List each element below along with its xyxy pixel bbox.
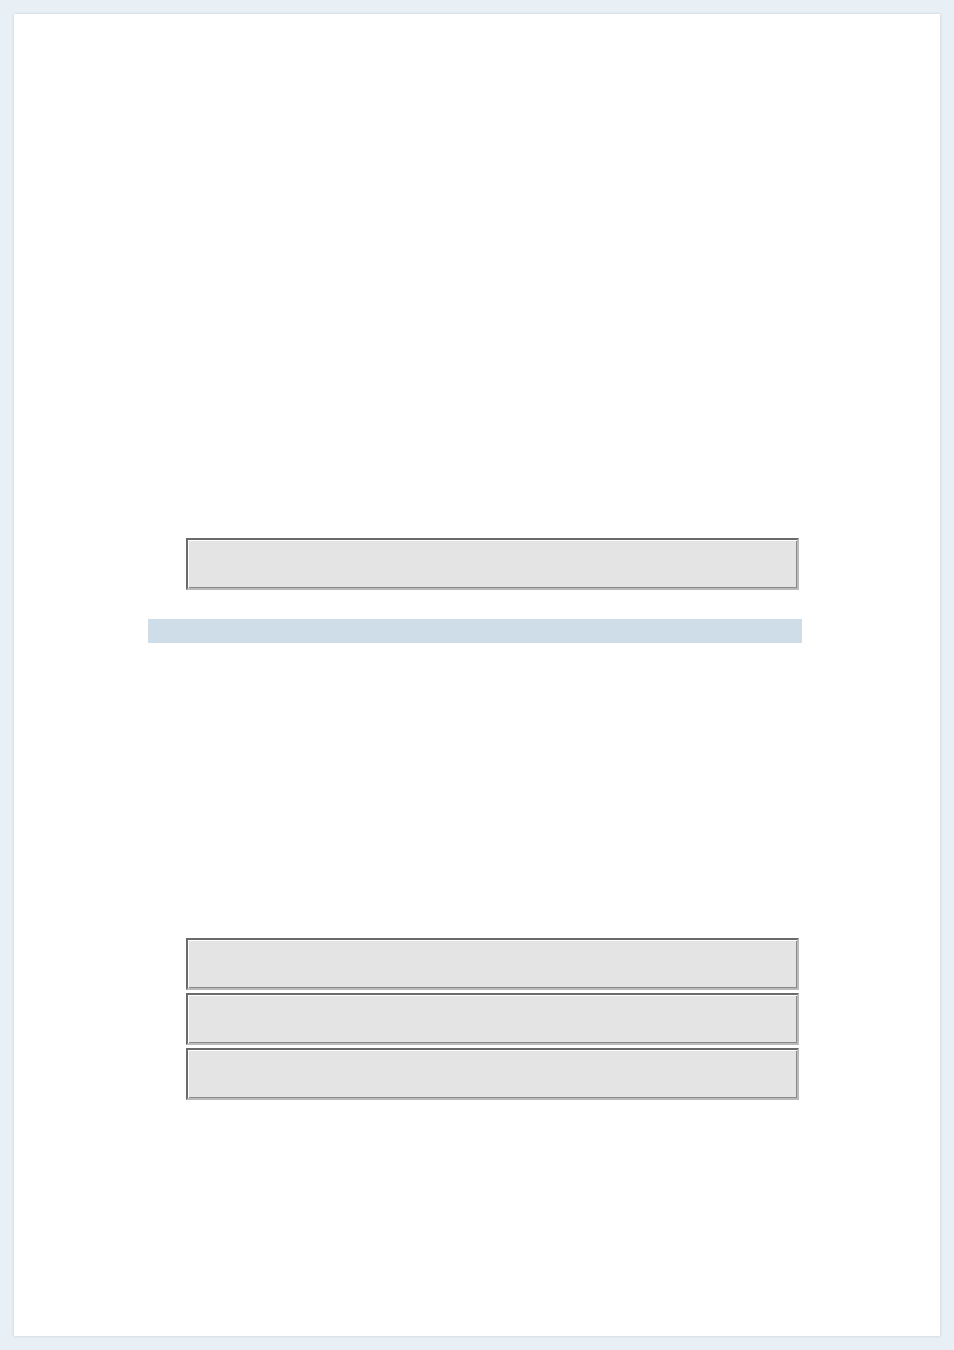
table-row <box>186 938 799 990</box>
table-row <box>186 993 799 1045</box>
table-row <box>186 1048 799 1100</box>
highlight-strip <box>148 619 802 643</box>
document-page <box>14 14 940 1336</box>
input-box-single <box>186 538 799 590</box>
table-container <box>186 938 799 1103</box>
